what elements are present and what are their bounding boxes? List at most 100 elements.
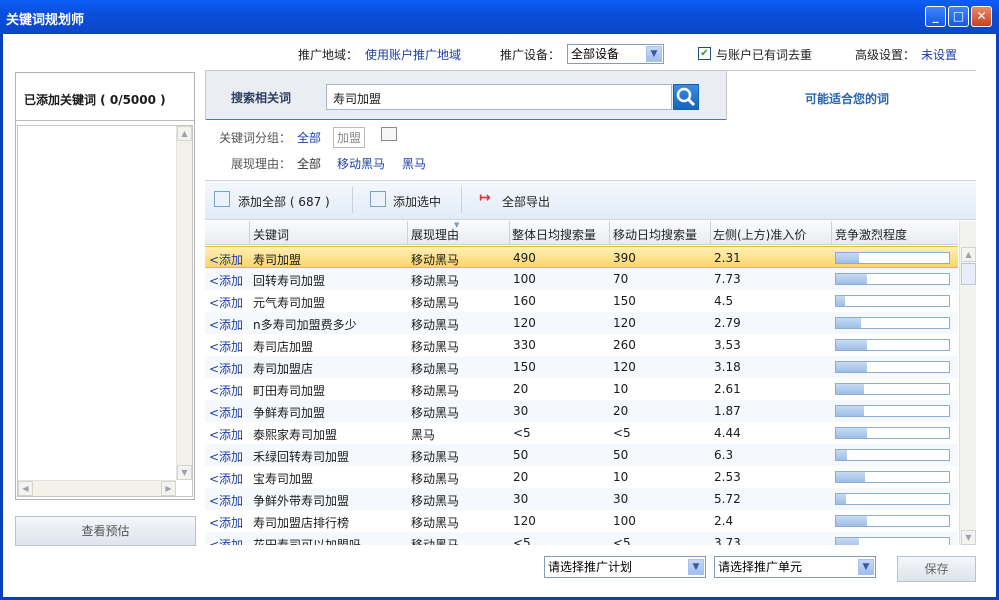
column-divider — [831, 221, 832, 245]
competition-bar — [835, 405, 950, 417]
table-row[interactable]: <添加 泰熙家寿司加盟 黑马 <5 <5 4.44 — [205, 422, 958, 444]
edit-icon[interactable] — [381, 127, 397, 141]
add-link[interactable]: <添加 — [209, 382, 243, 399]
tab-search-related-label: 搜索相关词 — [231, 91, 292, 105]
add-link[interactable]: <添加 — [209, 360, 243, 377]
close-icon[interactable]: ✕ — [971, 6, 992, 27]
device-label: 推广设备： — [500, 48, 561, 62]
column-divider — [249, 221, 250, 245]
add-link[interactable]: <添加 — [209, 514, 243, 531]
add-link[interactable]: <添加 — [209, 492, 243, 509]
competition-bar — [835, 471, 950, 483]
col-entry-price[interactable]: 左侧(上方)准入价 — [713, 226, 806, 243]
competition-bar-fill — [836, 494, 847, 504]
plan-select[interactable]: 请选择推广计划 ▼ — [544, 556, 706, 578]
scroll-down-icon[interactable]: ▼ — [177, 465, 192, 480]
cell-reason: 移动黑马 — [411, 274, 460, 288]
table-row[interactable]: <添加 町田寿司加盟 移动黑马 20 10 2.61 — [205, 378, 958, 400]
table-row[interactable]: <添加 宝寿司加盟 移动黑马 20 10 2.53 — [205, 466, 958, 488]
col-reason[interactable]: 展现理由 — [411, 226, 459, 243]
tab-search-related[interactable]: 搜索相关词 寿司加盟 — [206, 71, 726, 121]
group-tag[interactable]: 加盟 — [333, 127, 366, 148]
add-link[interactable]: <添加 — [209, 294, 243, 311]
region-link[interactable]: 使用账户推广地域 — [365, 46, 461, 63]
table-row[interactable]: <添加 寿司加盟店排行榜 移动黑马 120 100 2.4 — [205, 510, 958, 532]
chevron-down-icon: ▼ — [646, 46, 662, 62]
competition-bar — [835, 295, 950, 307]
add-selected-icon — [370, 191, 386, 207]
add-link[interactable]: <添加 — [209, 404, 243, 421]
cell-keyword: 寿司店加盟 — [253, 340, 314, 354]
cell-mobile-volume: 260 — [613, 338, 636, 352]
competition-bar-fill — [836, 362, 867, 372]
search-button[interactable] — [673, 84, 699, 110]
table-row[interactable]: <添加 争鲜外带寿司加盟 移动黑马 30 30 5.72 — [205, 488, 958, 510]
reason-filter-all[interactable]: 全部 — [297, 155, 321, 172]
grid-scrollbar[interactable]: ▲ ▼ — [959, 221, 976, 545]
cell-entry-price: 4.44 — [714, 426, 741, 440]
reason-filter-darkhorse[interactable]: 黑马 — [402, 155, 426, 172]
table-row[interactable]: <添加 花田寿司可以加盟吗 移动黑马 <5 <5 3.73 — [205, 532, 958, 545]
competition-bar-fill — [836, 296, 846, 306]
add-link[interactable]: <添加 — [209, 251, 243, 268]
tab-suggested-words[interactable]: 可能适合您的词 — [726, 71, 976, 121]
save-button[interactable]: 保存 — [897, 556, 976, 582]
chevron-down-icon: ▼ — [688, 559, 704, 575]
scroll-thumb[interactable] — [961, 263, 976, 285]
add-link[interactable]: <添加 — [209, 426, 243, 443]
table-row[interactable]: <添加 寿司加盟 移动黑马 490 390 2.31 — [205, 246, 958, 268]
table-row[interactable]: <添加 n多寿司加盟费多少 移动黑马 120 120 2.79 — [205, 312, 958, 334]
cell-keyword: n多寿司加盟费多少 — [253, 318, 357, 332]
window-title: 关键词规划师 — [6, 13, 85, 28]
horizontal-scrollbar[interactable]: ◀ ▶ — [18, 480, 176, 496]
scroll-down-icon[interactable]: ▼ — [961, 530, 976, 545]
col-competition[interactable]: 竞争激烈程度 — [835, 226, 907, 243]
add-link[interactable]: <添加 — [209, 272, 243, 289]
table-row[interactable]: <添加 寿司加盟店 移动黑马 150 120 3.18 — [205, 356, 958, 378]
scroll-right-icon[interactable]: ▶ — [161, 481, 176, 496]
reason-filter-mobile-darkhorse[interactable]: 移动黑马 — [337, 155, 385, 172]
unit-select[interactable]: 请选择推广单元 ▼ — [714, 556, 876, 578]
cell-keyword: 寿司加盟店排行榜 — [253, 516, 350, 530]
scroll-up-icon[interactable]: ▲ — [177, 126, 192, 141]
search-input[interactable]: 寿司加盟 — [326, 84, 672, 110]
add-link[interactable]: <添加 — [209, 316, 243, 333]
table-row[interactable]: <添加 回转寿司加盟 移动黑马 100 70 7.73 — [205, 268, 958, 290]
table-row[interactable]: <添加 元气寿司加盟 移动黑马 160 150 4.5 — [205, 290, 958, 312]
add-all-button[interactable]: 添加全部 ( 687 ) — [238, 193, 330, 210]
cell-entry-price: 2.53 — [714, 470, 741, 484]
competition-bar — [835, 252, 950, 264]
group-filter-all[interactable]: 全部 — [297, 129, 321, 146]
export-all-button[interactable]: 全部导出 — [502, 193, 550, 210]
col-keyword[interactable]: 关键词 — [253, 226, 289, 243]
add-link[interactable]: <添加 — [209, 448, 243, 465]
column-divider — [609, 221, 610, 245]
maximize-icon[interactable]: □ — [948, 6, 969, 27]
add-link[interactable]: <添加 — [209, 470, 243, 487]
dedupe-label: 与账户已有词去重 — [716, 48, 813, 62]
vertical-scrollbar[interactable]: ▲ ▼ — [176, 126, 192, 480]
cell-total-volume: 100 — [513, 272, 536, 286]
cell-keyword: 寿司加盟 — [253, 253, 302, 267]
table-row[interactable]: <添加 争鲜寿司加盟 移动黑马 30 20 1.87 — [205, 400, 958, 422]
cell-total-volume: 330 — [513, 338, 536, 352]
add-link[interactable]: <添加 — [209, 338, 243, 355]
cell-reason: 移动黑马 — [411, 516, 460, 530]
minimize-icon[interactable]: _ — [925, 6, 946, 27]
add-link[interactable]: <添加 — [209, 536, 243, 545]
scroll-left-icon[interactable]: ◀ — [18, 481, 33, 496]
table-row[interactable]: <添加 禾绿回转寿司加盟 移动黑马 50 50 6.3 — [205, 444, 958, 466]
add-selected-button[interactable]: 添加选中 — [393, 193, 441, 210]
scroll-up-icon[interactable]: ▲ — [961, 247, 976, 262]
search-panel: 搜索相关词 寿司加盟 可能适合您的词 关键词分组： 全部 加盟 展现理由： 全部… — [205, 70, 976, 550]
cell-entry-price: 2.31 — [714, 251, 741, 265]
table-row[interactable]: <添加 寿司店加盟 移动黑马 330 260 3.53 — [205, 334, 958, 356]
added-keywords-list[interactable]: ▲ ▼ ◀ ▶ — [17, 125, 193, 497]
cell-reason: 移动黑马 — [411, 406, 460, 420]
advanced-link[interactable]: 未设置 — [921, 46, 957, 63]
dedupe-checkbox[interactable]: ✔ — [698, 47, 711, 60]
device-select[interactable]: 全部设备 ▼ — [567, 44, 664, 64]
preview-button[interactable]: 查看预估 — [15, 516, 196, 546]
col-mobile-volume[interactable]: 移动日均搜索量 — [613, 226, 697, 243]
col-total-volume[interactable]: 整体日均搜索量 — [512, 226, 596, 243]
